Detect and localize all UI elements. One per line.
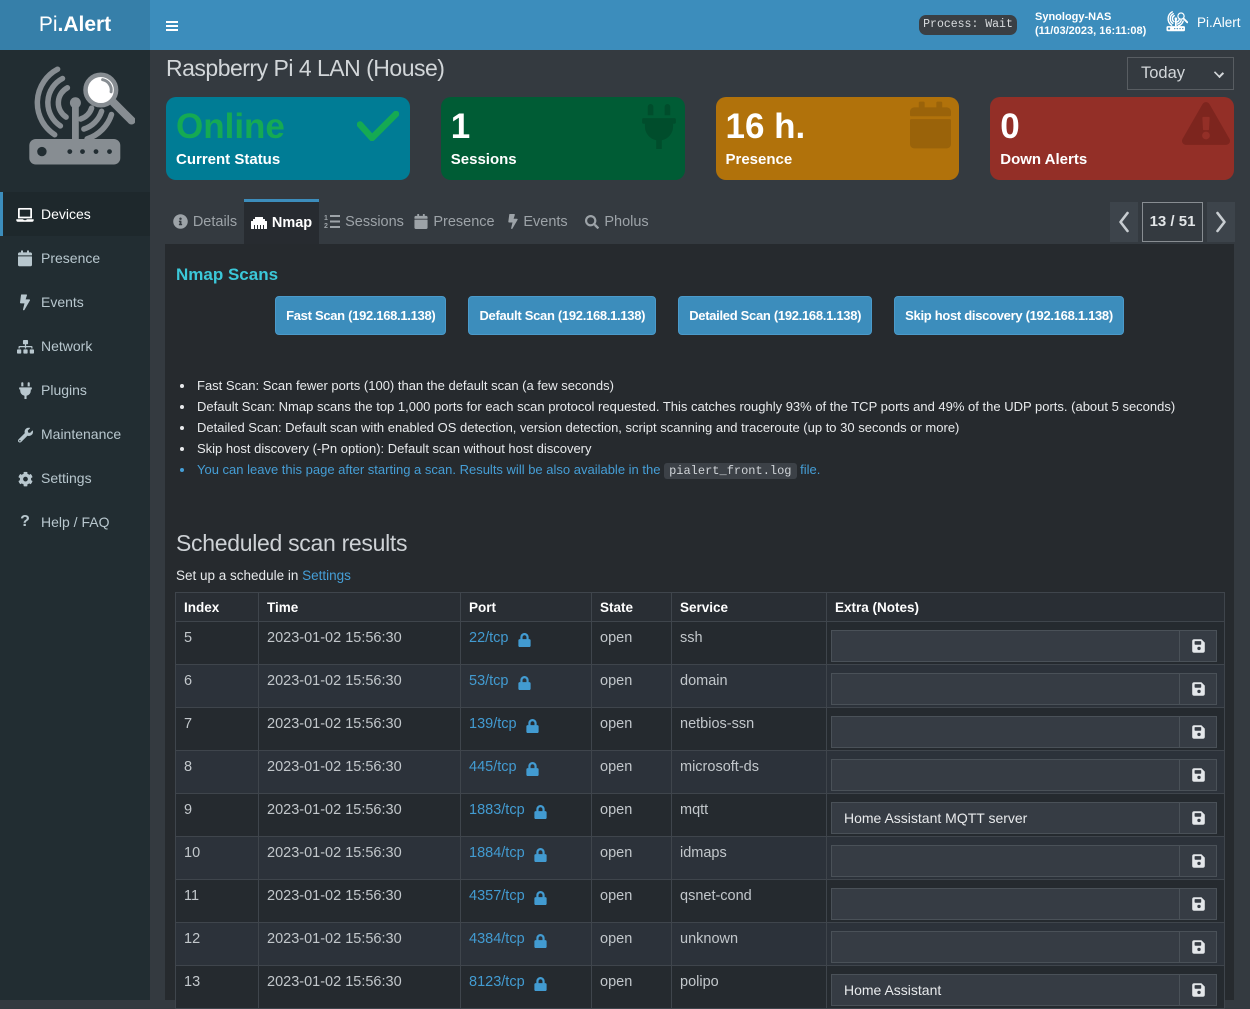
svg-text:1: 1	[324, 215, 328, 222]
svg-text:2: 2	[324, 223, 328, 229]
